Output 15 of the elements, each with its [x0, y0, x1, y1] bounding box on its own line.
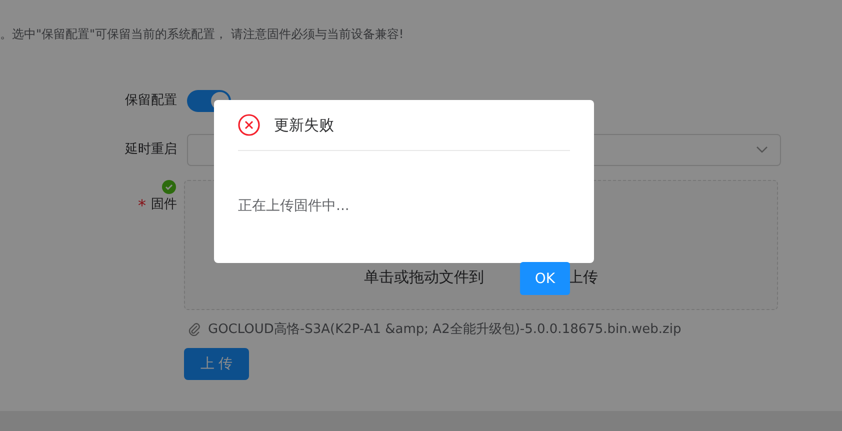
dropzone-text: 单击或拖动文件到 — [364, 268, 484, 287]
field-label: 延时重启 — [124, 141, 178, 159]
dialog-title: 更新失败 — [274, 116, 334, 134]
upload-button[interactable]: 上 传 — [184, 348, 249, 380]
dropzone-text: 上传 — [568, 268, 598, 287]
field-label: 保留配置 — [124, 92, 178, 110]
field-label: 固件 — [151, 196, 177, 214]
file-name[interactable]: GOCLOUD高恪-S3A(K2P-A1 &amp; A2全能升级包)-5.0.0.18675.bin.web.zip — [208, 320, 682, 338]
chevron-down-icon — [756, 146, 768, 154]
notice-text: 。选中"保留配置"可保留当前的系统配置， 请注意固件必须与当前设备兼容! — [0, 26, 405, 43]
error-icon — [238, 114, 260, 136]
dialog-message: 正在上传固件中... — [238, 197, 350, 215]
ok-button[interactable]: OK — [520, 262, 570, 295]
paperclip-icon — [188, 322, 200, 336]
required-mark: * — [138, 196, 146, 214]
